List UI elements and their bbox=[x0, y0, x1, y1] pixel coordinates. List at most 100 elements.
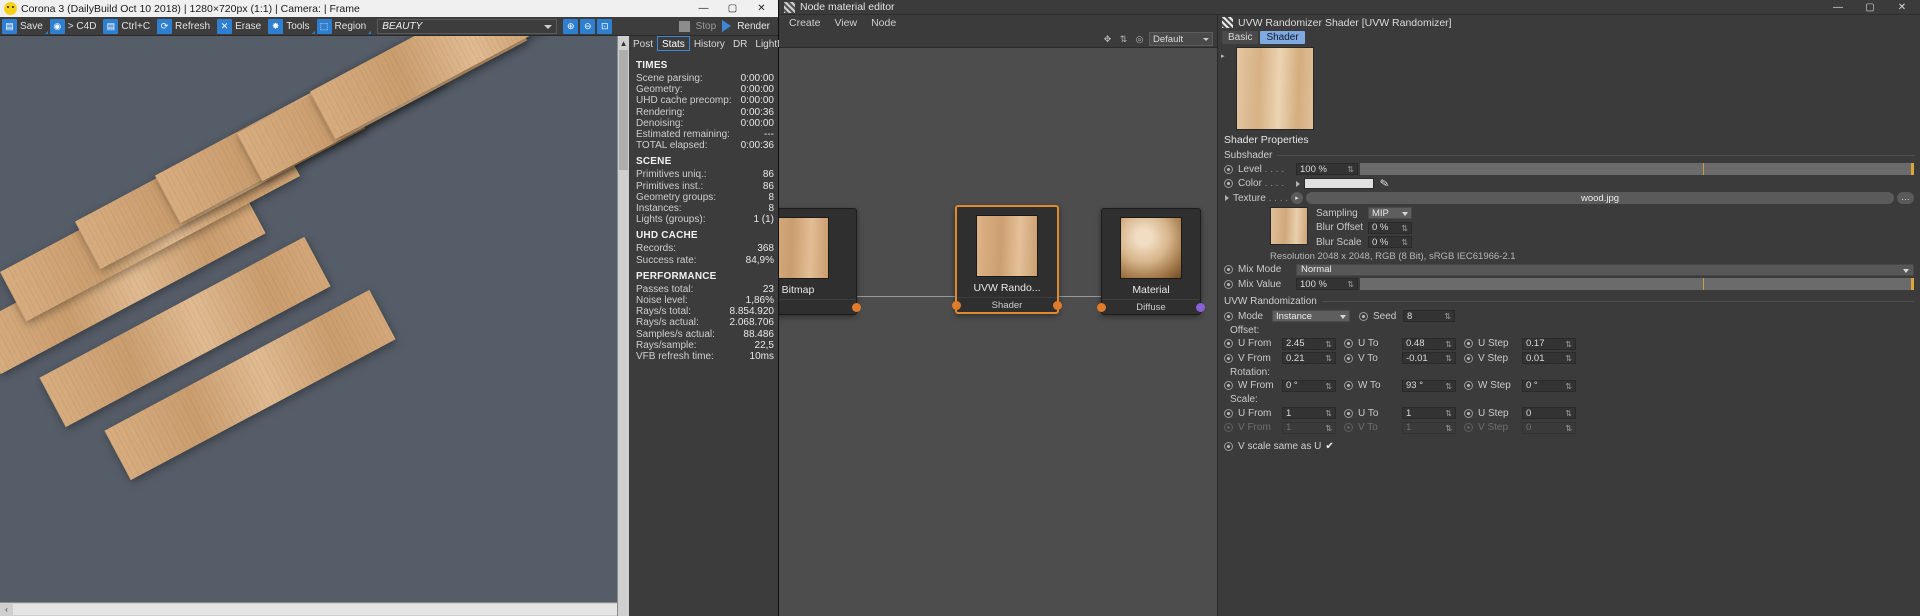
v-scale-same-checkbox[interactable]: ✔ bbox=[1325, 441, 1333, 452]
stepper-icon[interactable]: ⇅ bbox=[1347, 279, 1354, 291]
region-dropdown-corner-icon[interactable] bbox=[368, 31, 371, 34]
node-material[interactable]: Material Diffuse bbox=[1101, 208, 1201, 315]
vfb-minimize-button[interactable]: — bbox=[689, 0, 718, 17]
stepper-icon[interactable]: ⇅ bbox=[1347, 164, 1354, 176]
w-step-radio[interactable] bbox=[1464, 381, 1473, 390]
stepper-icon[interactable]: ⇅ bbox=[1325, 408, 1332, 420]
viewport-vertical-scrollbar[interactable]: ▲ bbox=[617, 36, 629, 616]
vfb-tools-button[interactable]: ✸ Tools bbox=[268, 18, 314, 35]
slider-handle[interactable] bbox=[1911, 163, 1914, 175]
scale-u-to-radio[interactable] bbox=[1344, 409, 1353, 418]
hscroll-track[interactable] bbox=[13, 604, 617, 615]
eyedropper-icon[interactable]: ✎ bbox=[1379, 176, 1390, 190]
tab-basic[interactable]: Basic bbox=[1222, 31, 1258, 44]
tab-shader[interactable]: Shader bbox=[1260, 31, 1304, 44]
stepper-icon[interactable]: ⇅ bbox=[1325, 381, 1332, 393]
vfb-refresh-button[interactable]: ⟳ Refresh bbox=[157, 18, 215, 35]
vscroll-thumb[interactable] bbox=[619, 50, 628, 170]
v-to-input[interactable]: -0.01 ⇅ bbox=[1402, 352, 1456, 364]
vfb-erase-button[interactable]: ✕ Erase bbox=[217, 18, 266, 35]
zoom-fit-icon[interactable]: ⊡ bbox=[597, 19, 612, 34]
v-from-input[interactable]: 0.21 ⇅ bbox=[1282, 352, 1336, 364]
render-pass-combo[interactable]: BEAUTY bbox=[377, 19, 557, 34]
nme-maximize-button[interactable]: ▢ bbox=[1854, 0, 1886, 15]
texture-preview-toggle-icon[interactable]: ▸ bbox=[1291, 192, 1303, 204]
u-to-radio[interactable] bbox=[1344, 339, 1353, 348]
scale-u-from-input[interactable]: 1 ⇅ bbox=[1282, 407, 1336, 419]
seed-input[interactable]: 8 ⇅ bbox=[1403, 310, 1455, 322]
u-to-input[interactable]: 0.48 ⇅ bbox=[1402, 338, 1456, 350]
level-input[interactable]: 100 % ⇅ bbox=[1296, 163, 1358, 175]
render-play-icon[interactable] bbox=[722, 20, 731, 32]
node-material-output-port[interactable] bbox=[1196, 303, 1205, 312]
w-from-radio[interactable] bbox=[1224, 381, 1233, 390]
stepper-icon[interactable]: ⇅ bbox=[1444, 311, 1451, 323]
stepper-icon[interactable]: ⇅ bbox=[1445, 381, 1452, 393]
w-to-input[interactable]: 93 ° ⇅ bbox=[1402, 380, 1456, 392]
render-label[interactable]: Render bbox=[737, 21, 770, 32]
mix-mode-select[interactable]: Normal bbox=[1296, 264, 1914, 276]
stepper-icon[interactable]: ⇅ bbox=[1565, 339, 1572, 351]
u-from-radio[interactable] bbox=[1224, 339, 1233, 348]
v-step-input[interactable]: 0.01 ⇅ bbox=[1522, 352, 1576, 364]
mix-value-input[interactable]: 100 % ⇅ bbox=[1296, 278, 1358, 290]
node-uvw-input-port[interactable] bbox=[952, 301, 961, 310]
w-from-input[interactable]: 0 ° ⇅ bbox=[1282, 380, 1336, 392]
stepper-icon[interactable]: ⇅ bbox=[1565, 353, 1572, 365]
target-icon[interactable]: ◎ bbox=[1133, 33, 1146, 46]
stepper-icon[interactable]: ⇅ bbox=[1325, 353, 1332, 365]
mode-select[interactable]: Instance bbox=[1272, 310, 1350, 322]
color-expand-icon[interactable] bbox=[1296, 181, 1300, 187]
scale-u-from-radio[interactable] bbox=[1224, 409, 1233, 418]
stepper-icon[interactable]: ⇅ bbox=[1401, 223, 1408, 235]
color-swatch[interactable] bbox=[1304, 178, 1374, 189]
mix-value-slider[interactable] bbox=[1360, 278, 1914, 290]
move-icon[interactable]: ✥ bbox=[1101, 33, 1114, 46]
default-preset-combo[interactable]: Default bbox=[1149, 32, 1213, 46]
color-radio[interactable] bbox=[1224, 179, 1233, 188]
w-to-radio[interactable] bbox=[1344, 381, 1353, 390]
menu-view[interactable]: View bbox=[835, 17, 858, 29]
mix-mode-radio[interactable] bbox=[1224, 265, 1233, 274]
node-bitmap-output-port[interactable] bbox=[852, 303, 861, 312]
tab-dr[interactable]: DR bbox=[729, 36, 751, 51]
zoom-in-icon[interactable]: ⊕ bbox=[563, 19, 578, 34]
slider-handle[interactable] bbox=[1911, 278, 1914, 290]
stepper-icon[interactable]: ⇅ bbox=[1445, 339, 1452, 351]
w-step-input[interactable]: 0 ° ⇅ bbox=[1522, 380, 1576, 392]
v-step-radio[interactable] bbox=[1464, 354, 1473, 363]
render-viewport[interactable]: ‹ › bbox=[0, 36, 617, 616]
sampling-select[interactable]: MIP bbox=[1368, 207, 1412, 219]
node-bitmap[interactable]: Bitmap bbox=[779, 208, 857, 315]
menu-create[interactable]: Create bbox=[789, 17, 821, 29]
vfb-save-button[interactable]: ▤ Save bbox=[2, 18, 48, 35]
texture-expand-icon[interactable] bbox=[1225, 195, 1229, 201]
stepper-icon[interactable]: ⇅ bbox=[1565, 408, 1572, 420]
vfb-region-button[interactable]: ⬚ Region bbox=[317, 18, 372, 35]
u-step-radio[interactable] bbox=[1464, 339, 1473, 348]
level-radio[interactable] bbox=[1224, 165, 1233, 174]
tab-stats[interactable]: Stats bbox=[657, 36, 690, 51]
viewport-horizontal-scrollbar[interactable]: ‹ › bbox=[0, 602, 617, 616]
vfb-copy-button[interactable]: ▤ Ctrl+C bbox=[103, 18, 155, 35]
scroll-up-icon[interactable]: ▲ bbox=[618, 37, 629, 49]
up-down-icon[interactable]: ⇅ bbox=[1117, 33, 1130, 46]
scale-u-step-radio[interactable] bbox=[1464, 409, 1473, 418]
zoom-out-icon[interactable]: ⊖ bbox=[580, 19, 595, 34]
stop-icon[interactable] bbox=[679, 21, 690, 32]
node-uvw-randomizer[interactable]: UVW Rando... Shader bbox=[955, 205, 1059, 314]
u-from-input[interactable]: 2.45 ⇅ bbox=[1282, 338, 1336, 350]
mode-radio[interactable] bbox=[1224, 312, 1233, 321]
tools-dropdown-corner-icon[interactable] bbox=[312, 31, 315, 34]
stepper-icon[interactable]: ⇅ bbox=[1401, 237, 1408, 249]
vfb-maximize-button[interactable]: ▢ bbox=[718, 0, 747, 17]
stepper-icon[interactable]: ⇅ bbox=[1445, 353, 1452, 365]
texture-path-field[interactable]: wood.jpg bbox=[1306, 192, 1894, 204]
expand-arrow-icon[interactable]: ▸ bbox=[1221, 52, 1225, 60]
menu-node[interactable]: Node bbox=[871, 17, 896, 29]
node-material-input-port[interactable] bbox=[1097, 303, 1106, 312]
stop-label[interactable]: Stop bbox=[696, 21, 717, 32]
vfb-to-c4d-button[interactable]: ◉ > C4D bbox=[50, 18, 102, 35]
v-to-radio[interactable] bbox=[1344, 354, 1353, 363]
vfb-close-button[interactable]: ✕ bbox=[747, 0, 776, 17]
